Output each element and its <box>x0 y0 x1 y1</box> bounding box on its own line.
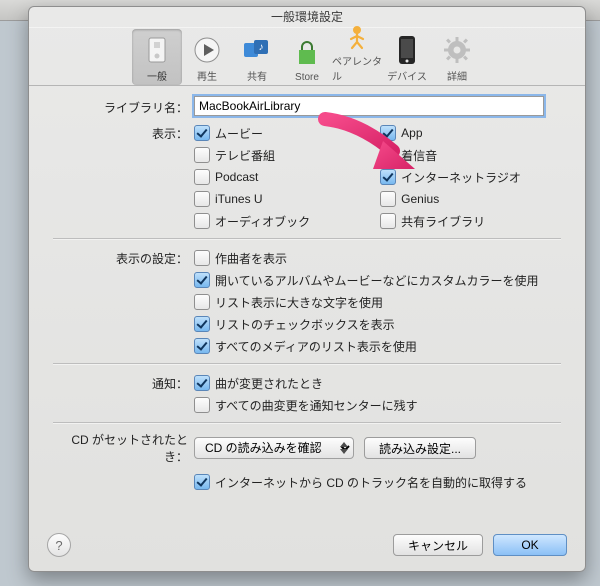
cd-action-select[interactable]: CD の読み込みを確認 <box>194 437 354 459</box>
checkbox-show-composer[interactable]: 作曲者を表示 <box>194 247 561 269</box>
separator <box>53 238 561 239</box>
tab-advanced[interactable]: 詳細 <box>432 29 482 85</box>
checkbox-list-checkboxes[interactable]: リストのチェックボックスを表示 <box>194 313 561 335</box>
show-label: 表示： <box>53 122 194 142</box>
checkbox-large-text[interactable]: リスト表示に大きな文字を使用 <box>194 291 561 313</box>
checkbox-label: 曲が変更されたとき <box>215 375 323 392</box>
checkbox-movies[interactable]: ムービー <box>194 122 310 144</box>
tab-sharing[interactable]: ♪ 共有 <box>232 29 282 85</box>
checkbox-label: 着信音 <box>401 147 437 164</box>
checkbox-podcast[interactable]: Podcast <box>194 166 310 188</box>
separator <box>53 363 561 364</box>
checkbox-label: App <box>401 126 422 140</box>
svg-text:♪: ♪ <box>259 42 264 53</box>
cd-insert-label: CD がセットされたとき： <box>53 431 194 465</box>
tab-label: Store <box>295 72 319 83</box>
checkbox-auto-track-names[interactable]: インターネットから CD のトラック名を自動的に取得する <box>194 471 561 493</box>
checkbox-app[interactable]: App <box>380 122 521 144</box>
store-icon <box>292 39 322 69</box>
tab-label: 一般 <box>147 68 167 83</box>
tab-label: ペアレンタル <box>332 53 382 83</box>
general-icon <box>142 35 172 65</box>
checkbox-label: すべてのメディアのリスト表示を使用 <box>215 338 417 355</box>
sharing-icon: ♪ <box>242 35 272 65</box>
devices-icon <box>392 35 422 65</box>
checkbox-label: テレビ番組 <box>215 147 275 164</box>
checkbox-label: リスト表示に大きな文字を使用 <box>215 294 383 311</box>
checkbox-tv[interactable]: テレビ番組 <box>194 144 310 166</box>
checkbox-label: インターネットラジオ <box>401 169 521 186</box>
preferences-sheet: 一般環境設定 一般 再生 ♪ 共有 <box>28 6 586 572</box>
checkbox-audiobook[interactable]: オーディオブック <box>194 210 310 232</box>
import-settings-button[interactable]: 読み込み設定... <box>364 437 476 459</box>
tab-playback[interactable]: 再生 <box>182 29 232 85</box>
footer: ? キャンセル OK <box>47 533 567 557</box>
checkbox-label: 作曲者を表示 <box>215 250 287 267</box>
library-name-input[interactable] <box>194 96 544 116</box>
checkbox-genius[interactable]: Genius <box>380 188 521 210</box>
show-left-column: ムービー テレビ番組 Podcast iTunes U オーディオブック <box>194 122 310 232</box>
tab-label: 再生 <box>197 68 217 83</box>
library-name-label: ライブラリ名： <box>53 96 194 116</box>
checkbox-label: リストのチェックボックスを表示 <box>215 316 395 333</box>
show-right-column: App 着信音 インターネットラジオ Genius 共有ライブラリ <box>380 122 521 232</box>
help-icon: ? <box>55 538 62 553</box>
cancel-button[interactable]: キャンセル <box>393 534 483 556</box>
separator <box>53 422 561 423</box>
tab-label: 詳細 <box>447 68 467 83</box>
pref-toolbar: 一般 再生 ♪ 共有 Store <box>29 27 585 86</box>
tab-label: 共有 <box>247 68 267 83</box>
ok-button[interactable]: OK <box>493 534 567 556</box>
help-button[interactable]: ? <box>47 533 71 557</box>
play-icon <box>192 35 222 65</box>
checkbox-label: オーディオブック <box>215 213 310 230</box>
checkbox-label: Podcast <box>215 170 258 184</box>
checkbox-label: 開いているアルバムやムービーなどにカスタムカラーを使用 <box>215 272 539 289</box>
checkbox-internet-radio[interactable]: インターネットラジオ <box>380 166 521 188</box>
checkbox-custom-color[interactable]: 開いているアルバムやムービーなどにカスタムカラーを使用 <box>194 269 561 291</box>
tab-devices[interactable]: デバイス <box>382 29 432 85</box>
sheet-title: 一般環境設定 <box>29 7 585 27</box>
tab-parental[interactable]: ペアレンタル <box>332 29 382 85</box>
checkbox-keep-in-center[interactable]: すべての曲変更を通知センターに残す <box>194 394 561 416</box>
checkbox-label: インターネットから CD のトラック名を自動的に取得する <box>215 474 527 491</box>
checkbox-label: ムービー <box>215 125 263 142</box>
view-settings-label: 表示の設定： <box>53 247 194 267</box>
parental-icon <box>342 22 372 50</box>
gear-icon <box>442 35 472 65</box>
tab-label: デバイス <box>387 68 427 83</box>
notify-label: 通知： <box>53 372 194 392</box>
content-area: ライブラリ名： 表示： ムービー テレビ番組 Podcast iTunes U … <box>29 86 585 493</box>
checkbox-label: iTunes U <box>215 192 263 206</box>
checkbox-tones[interactable]: 着信音 <box>380 144 521 166</box>
checkbox-label: 共有ライブラリ <box>401 213 485 230</box>
checkbox-label: すべての曲変更を通知センターに残す <box>215 397 418 414</box>
tab-store[interactable]: Store <box>282 29 332 85</box>
checkbox-label: Genius <box>401 192 439 206</box>
checkbox-shared-lib[interactable]: 共有ライブラリ <box>380 210 521 232</box>
tab-general[interactable]: 一般 <box>132 29 182 85</box>
checkbox-song-changed[interactable]: 曲が変更されたとき <box>194 372 561 394</box>
checkbox-itunesu[interactable]: iTunes U <box>194 188 310 210</box>
checkbox-all-media-list[interactable]: すべてのメディアのリスト表示を使用 <box>194 335 561 357</box>
